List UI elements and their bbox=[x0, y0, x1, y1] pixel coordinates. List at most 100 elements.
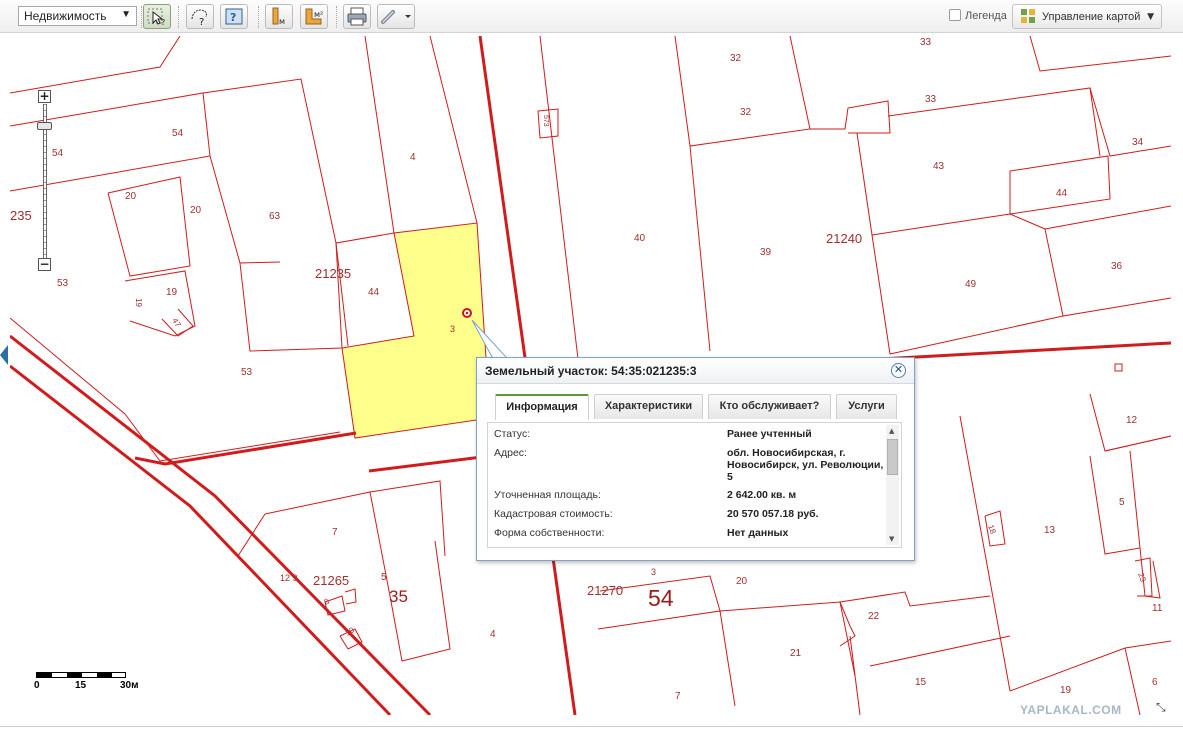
left-panel-arrow-icon[interactable] bbox=[0, 345, 8, 365]
share-icons bbox=[1136, 733, 1172, 739]
svg-text:?: ? bbox=[161, 18, 165, 27]
parcel-label: 63 bbox=[269, 211, 281, 222]
divider bbox=[0, 726, 1183, 727]
map-control-label: Управление картой bbox=[1042, 11, 1141, 23]
parcel-label: 21 bbox=[790, 648, 802, 659]
toolbar-separator bbox=[141, 6, 142, 28]
info-scrollbar[interactable]: ▲ ▼ bbox=[886, 425, 899, 545]
svg-text:м: м bbox=[279, 17, 285, 26]
parcel-label: 47 bbox=[170, 317, 183, 330]
tab-services[interactable]: Услуги bbox=[836, 394, 897, 419]
zoom-slider-handle[interactable] bbox=[37, 122, 52, 130]
toolbar-separator bbox=[178, 6, 179, 28]
parcel-label: 19 bbox=[134, 298, 143, 307]
parcel-label: 32 bbox=[730, 53, 742, 64]
svg-text:?: ? bbox=[230, 11, 236, 24]
parcel-label: 54 bbox=[52, 148, 64, 159]
toolbar: Недвижимость ▼ ? ? ? м м² Легенда Управл… bbox=[0, 0, 1183, 33]
parcel-label: 32 bbox=[740, 107, 752, 118]
cadastral-value: 20 570 057.18 руб. bbox=[727, 508, 819, 520]
status-value: Ранее учтенный bbox=[727, 428, 812, 440]
map-application: Недвижимость ▼ ? ? ? м м² Легенда Управл… bbox=[0, 0, 1183, 739]
popup-title: Земельный участок: 54:35:021235:3 bbox=[485, 364, 697, 378]
tab-characteristics[interactable]: Характеристики bbox=[594, 394, 703, 419]
scroll-up-icon[interactable]: ▲ bbox=[889, 427, 894, 435]
scale-label: 30м bbox=[120, 680, 139, 691]
zoom-in-button[interactable]: + bbox=[38, 90, 51, 103]
parcel-label: 20 bbox=[190, 205, 202, 216]
lasso-query-icon: ? bbox=[191, 9, 207, 28]
parcel-label: 20 bbox=[736, 576, 748, 587]
parcel-label: 36 bbox=[1111, 261, 1123, 272]
chevron-down-icon: ▼ bbox=[121, 9, 131, 20]
toolbar-separator bbox=[258, 6, 259, 28]
measure-area-button[interactable]: м² bbox=[300, 4, 328, 29]
parcel-label: 44 bbox=[1056, 188, 1068, 199]
area-value: 2 642.00 кв. м bbox=[727, 489, 797, 501]
measure-length-icon: м bbox=[272, 7, 285, 26]
watermark: YAPLAKAL.COM bbox=[1020, 703, 1122, 717]
selected-parcel bbox=[341, 222, 491, 439]
tab-who-serves[interactable]: Кто обслуживает? bbox=[708, 394, 831, 419]
chevron-down-icon: ▼ bbox=[1147, 12, 1154, 22]
layer-select-value: Недвижимость bbox=[24, 9, 107, 23]
parcel-info-popup: Земельный участок: 54:35:021235:3 ✕ Инфо… bbox=[476, 357, 915, 561]
close-icon[interactable]: ✕ bbox=[891, 363, 906, 378]
parcel-label: 40 bbox=[634, 233, 646, 244]
parcel-label: 7 bbox=[332, 527, 338, 538]
svg-text:м²: м² bbox=[314, 10, 323, 19]
parcel-label: 12 9 bbox=[280, 573, 298, 583]
tab-information[interactable]: Информация bbox=[495, 394, 589, 420]
parcel-label: 7 bbox=[675, 691, 681, 702]
legend-checkbox[interactable] bbox=[949, 9, 961, 21]
parcel-label: 49 bbox=[965, 279, 977, 290]
resize-grip-icon[interactable]: ⤡ bbox=[1156, 700, 1166, 715]
parcel-label: 19 bbox=[166, 287, 178, 298]
address-label: Адрес: bbox=[494, 447, 527, 459]
measure-length-button[interactable]: м bbox=[265, 4, 293, 29]
print-button[interactable] bbox=[343, 4, 371, 29]
block-label: 21270 bbox=[587, 583, 623, 598]
scroll-down-icon[interactable]: ▼ bbox=[889, 535, 894, 543]
parcel-label: 20 bbox=[125, 191, 137, 202]
ownership-value: Нет данных bbox=[727, 527, 789, 539]
scrollbar-thumb[interactable] bbox=[887, 439, 898, 475]
parcel-label: 5 bbox=[1119, 497, 1125, 508]
block-label: 35 bbox=[389, 587, 408, 606]
map-control-button[interactable]: Управление картой ▼ bbox=[1012, 4, 1162, 29]
zoom-out-button[interactable]: − bbox=[38, 258, 51, 271]
measure-area-icon: м² bbox=[305, 8, 323, 25]
select-info-button[interactable]: ? bbox=[143, 4, 171, 29]
parcel-label: 53 bbox=[57, 278, 69, 289]
link-button[interactable] bbox=[377, 4, 415, 29]
parcel-label: 54 bbox=[172, 128, 184, 139]
block-label: 21240 bbox=[826, 231, 862, 246]
parcel-label: 19 bbox=[1060, 685, 1072, 696]
popup-header: Земельный участок: 54:35:021235:3 ✕ bbox=[477, 358, 914, 384]
parcel-label: 33 bbox=[925, 94, 937, 105]
parcel-label: 5 bbox=[381, 572, 387, 583]
parcel-label: 39 bbox=[760, 247, 772, 258]
parcel-label: 3 bbox=[651, 567, 656, 577]
parcel-label: 3 bbox=[450, 324, 455, 334]
parcel-label: 11 bbox=[1152, 603, 1163, 614]
parcel-label: 33 bbox=[920, 37, 932, 48]
scale-label: 0 bbox=[34, 680, 40, 691]
parcel-label: 22 bbox=[868, 611, 880, 622]
info-panel: Статус: Ранее учтенный Адрес: обл. Новос… bbox=[487, 422, 902, 548]
parcel-label: 13 bbox=[1044, 525, 1056, 536]
parcel-label: 4 bbox=[410, 152, 416, 163]
link-icon bbox=[381, 10, 411, 24]
parcel-label: 34 bbox=[1132, 137, 1144, 148]
legend-label: Легенда bbox=[965, 10, 1007, 22]
block-label: 54 bbox=[648, 585, 674, 611]
parcel-label: 53 bbox=[241, 367, 253, 378]
small-marker bbox=[1114, 363, 1123, 372]
block-label: 21235 bbox=[315, 266, 351, 281]
lasso-query-button[interactable]: ? bbox=[186, 4, 214, 29]
layer-select[interactable]: Недвижимость ▼ bbox=[18, 6, 137, 26]
area-label: Уточненная площадь: bbox=[494, 489, 601, 501]
query-info-button[interactable]: ? bbox=[220, 4, 248, 29]
parcel-label: 6 bbox=[1152, 677, 1158, 688]
parcel-label: 12 bbox=[1126, 415, 1138, 426]
